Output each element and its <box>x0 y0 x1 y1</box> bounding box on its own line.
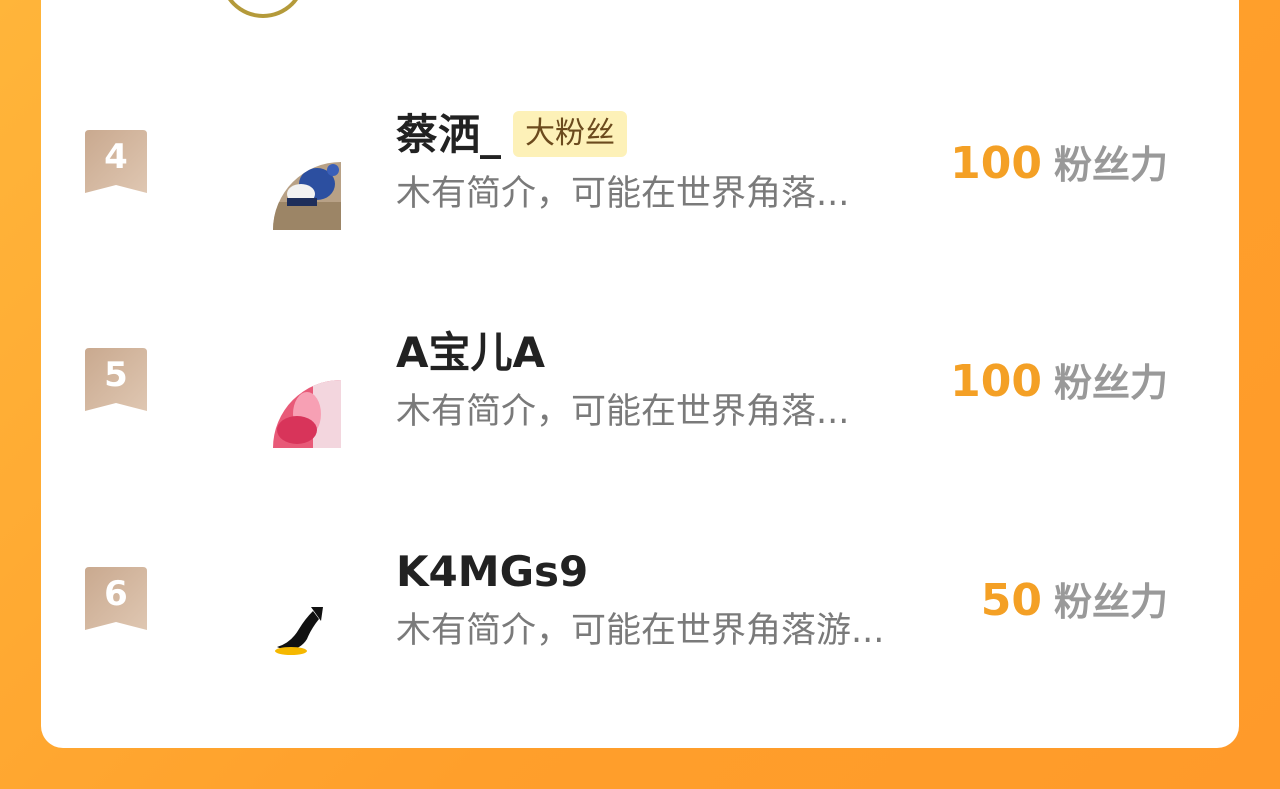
rank-ribbon-icon: 6 <box>85 567 147 630</box>
pink-photo-avatar[interactable] <box>273 380 341 448</box>
user-bio: 木有简介，可能在世界角落游... <box>396 611 885 651</box>
rank-number: 5 <box>104 355 128 395</box>
fan-power-value: 50 <box>980 575 1042 626</box>
user-bio: 木有简介，可能在世界角落... <box>396 392 850 432</box>
fan-power: 100 粉丝力 <box>950 356 1168 417</box>
ranking-row[interactable]: 5 A宝儿A 木有简介，可能在世界角落... 100 粉丝力 <box>0 318 1280 508</box>
user-name[interactable]: 蔡洒_ 大粉丝 <box>396 110 628 161</box>
rank-ribbon-icon: 5 <box>85 348 147 411</box>
fan-power-unit: 粉丝力 <box>1053 143 1168 187</box>
fan-level-tag: 大粉丝 <box>513 110 628 157</box>
user-name-text: 蔡洒_ <box>396 110 502 159</box>
rank-ribbon-icon: 4 <box>85 130 147 193</box>
ranking-row[interactable]: 6 K4MGs9 木有简介，可能在世界角落游... 50 粉丝力 <box>0 537 1280 727</box>
fan-power-unit: 粉丝力 <box>1053 580 1168 624</box>
fan-power-unit: 粉丝力 <box>1053 361 1168 405</box>
fan-power-value: 100 <box>950 138 1042 189</box>
rank-number: 6 <box>104 574 128 614</box>
fan-power: 100 粉丝力 <box>950 138 1168 199</box>
rank-number: 4 <box>104 137 128 177</box>
fan-power: 50 粉丝力 <box>981 575 1168 636</box>
fan-power-value: 100 <box>950 356 1042 407</box>
person-photo-avatar[interactable] <box>273 162 341 230</box>
user-name[interactable]: K4MGs9 <box>396 547 588 597</box>
ranking-row[interactable]: 4 蔡洒_ 大粉丝 木有简介，可能在世界角落... 100 粉丝力 <box>0 100 1280 290</box>
user-name[interactable]: A宝儿A <box>396 328 545 378</box>
penguin-logo-avatar[interactable] <box>273 599 341 667</box>
user-bio: 木有简介，可能在世界角落... <box>396 174 850 214</box>
